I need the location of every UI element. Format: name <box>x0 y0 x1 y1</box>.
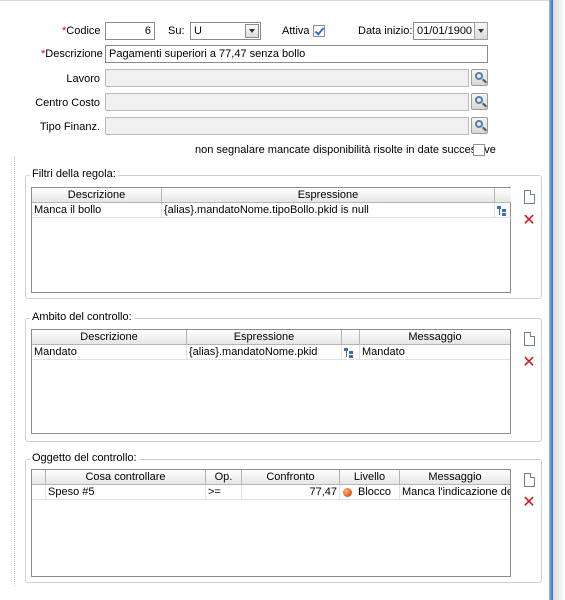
new-document-icon[interactable] <box>524 473 535 487</box>
descrizione-label: *Descrizione <box>41 48 103 60</box>
lavoro-field <box>105 69 469 87</box>
expression-tree-icon[interactable] <box>497 206 508 216</box>
delete-x-icon[interactable]: ✕ <box>522 212 536 228</box>
table-cell[interactable]: {alias}.mandatoNome.tipoBollo.pkid is nu… <box>162 203 495 218</box>
non-segnalare-label: non segnalare mancate disponibilità riso… <box>195 144 496 156</box>
column-header[interactable]: Livello <box>340 470 400 485</box>
centro-costo-lookup-button[interactable] <box>471 93 488 110</box>
lavoro-lookup-button[interactable] <box>471 69 488 86</box>
centro-costo-field <box>105 93 469 111</box>
tipo-finanz-label: Tipo Finanz. <box>39 121 100 133</box>
column-header-spacer <box>495 188 511 203</box>
filtri-title: Filtri della regola: <box>30 168 118 180</box>
attiva-checkbox[interactable] <box>313 25 325 37</box>
oggetto-title: Oggetto del controllo: <box>30 452 139 464</box>
new-document-icon[interactable] <box>524 332 535 346</box>
column-header[interactable]: Descrizione <box>32 330 187 345</box>
table-cell[interactable]: Blocco <box>340 485 400 500</box>
table-cell[interactable]: Manca l'indicazione del bollo <box>400 485 510 500</box>
column-header[interactable]: Espressione <box>162 188 495 203</box>
tipo-finanz-lookup-button[interactable] <box>471 117 488 134</box>
column-header[interactable]: Messaggio <box>360 330 510 345</box>
table-cell[interactable] <box>342 345 360 360</box>
su-select-value: U <box>194 25 202 37</box>
descrizione-field[interactable]: Pagamenti superiori a 77,47 senza bollo <box>105 45 488 63</box>
lavoro-label: Lavoro <box>66 73 100 85</box>
column-header-spacer <box>342 330 360 345</box>
delete-x-icon[interactable]: ✕ <box>522 494 536 510</box>
tipo-finanz-field <box>105 117 469 135</box>
table-cell[interactable] <box>495 203 511 218</box>
delete-x-icon[interactable]: ✕ <box>522 354 536 370</box>
codice-field[interactable]: 6 <box>105 22 155 40</box>
attiva-label: Attiva <box>282 25 310 37</box>
data-inizio-label: Data inizio: <box>358 25 413 37</box>
livello-value: Blocco <box>358 486 392 498</box>
column-header[interactable]: Espressione <box>187 330 342 345</box>
column-header[interactable]: Messaggio <box>400 470 510 485</box>
table-cell[interactable]: Mandato <box>32 345 187 360</box>
dotted-guide <box>14 156 15 586</box>
table-cell[interactable]: Manca il bollo <box>32 203 162 218</box>
su-label: Su: <box>168 25 185 37</box>
row-header-spacer <box>32 470 46 485</box>
oggetto-table[interactable]: Cosa controllare Op. Confronto Livello M… <box>31 469 511 577</box>
new-document-icon[interactable] <box>524 190 535 204</box>
panel-shadow <box>553 0 565 600</box>
codice-label: *Codice <box>62 25 101 37</box>
table-cell[interactable]: >= <box>206 485 242 500</box>
centro-costo-label: Centro Costo <box>35 97 100 109</box>
table-cell[interactable]: Mandato <box>360 345 510 360</box>
red-dot-icon <box>343 488 352 497</box>
column-header[interactable]: Op. <box>206 470 242 485</box>
row-header[interactable] <box>32 485 46 500</box>
non-segnalare-checkbox[interactable] <box>473 144 485 156</box>
calendar-dropdown-icon[interactable] <box>474 22 488 40</box>
chevron-down-icon[interactable] <box>245 24 259 38</box>
column-header[interactable]: Descrizione <box>32 188 162 203</box>
ambito-title: Ambito del controllo: <box>30 311 134 323</box>
column-header[interactable]: Confronto <box>242 470 340 485</box>
su-select[interactable]: U <box>190 22 261 40</box>
table-cell[interactable]: Speso #5 <box>46 485 206 500</box>
column-header[interactable]: Cosa controllare <box>46 470 206 485</box>
ambito-table[interactable]: Descrizione Espressione Messaggio Mandat… <box>31 329 511 434</box>
table-cell[interactable]: 77,47 <box>242 485 340 500</box>
table-cell[interactable]: {alias}.mandatoNome.pkid <box>187 345 342 360</box>
data-inizio-field[interactable]: 01/01/1900 <box>413 22 475 40</box>
expression-tree-icon[interactable] <box>344 348 355 358</box>
filtri-table[interactable]: Descrizione Espressione Manca il bollo {… <box>31 187 511 293</box>
